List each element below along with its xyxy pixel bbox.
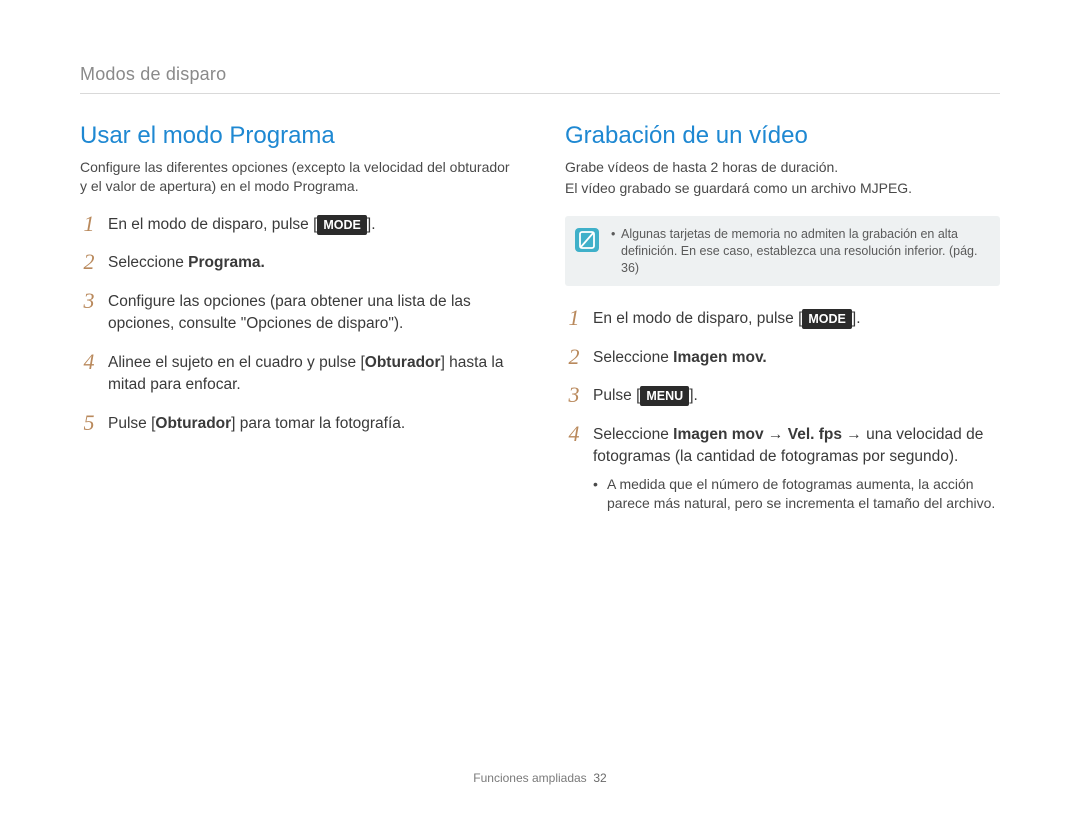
text-run: Seleccione (593, 426, 673, 443)
mode-button-label: MODE (317, 215, 367, 235)
step-number: 3 (565, 384, 583, 406)
list-item: 3 Pulse [MENU]. (565, 385, 1000, 407)
text-run: Seleccione (593, 349, 673, 366)
right-intro-text-2: El vídeo grabado se guardará como un arc… (565, 179, 1000, 198)
note-callout: Algunas tarjetas de memoria no admiten l… (565, 216, 1000, 287)
list-item: 3 Configure las opciones (para obtener u… (80, 291, 515, 336)
right-section-title: Grabación de un vídeo (565, 122, 1000, 150)
text-run: ] para tomar la fotografía. (231, 415, 405, 432)
menu-button-label: MENU (640, 386, 689, 406)
right-intro-text-1: Grabe vídeos de hasta 2 horas de duració… (565, 158, 1000, 177)
right-steps-list: 1 En el modo de disparo, pulse [MODE]. 2… (565, 308, 1000, 514)
bold-text: Obturador (155, 415, 231, 432)
step-number: 1 (80, 213, 98, 235)
step-text: En el modo de disparo, pulse [MODE]. (108, 214, 376, 236)
step-number: 2 (80, 251, 98, 273)
breadcrumb: Modos de disparo (80, 64, 1000, 94)
step-text: En el modo de disparo, pulse [MODE]. (593, 308, 861, 330)
bold-text: Programa. (188, 254, 265, 271)
step-number: 4 (80, 351, 98, 373)
bold-text: Imagen mov (673, 426, 763, 443)
note-text: Algunas tarjetas de memoria no admiten l… (611, 226, 986, 277)
step-text: Seleccione Imagen mov. (593, 347, 767, 369)
text-run: Alinee el sujeto en el cuadro y pulse [ (108, 354, 365, 371)
text-run: ]. (852, 310, 861, 327)
footer-section: Funciones ampliadas (473, 771, 586, 785)
left-steps-list: 1 En el modo de disparo, pulse [MODE]. 2… (80, 214, 515, 435)
list-item: 5 Pulse [Obturador] para tomar la fotogr… (80, 413, 515, 435)
left-intro-text: Configure las diferentes opciones (excep… (80, 158, 515, 196)
text-run: Pulse [ (108, 415, 155, 432)
bold-text: Obturador (365, 354, 441, 371)
right-column: Grabación de un vídeo Grabe vídeos de ha… (565, 122, 1000, 530)
step-number: 4 (565, 423, 583, 445)
step-number: 5 (80, 412, 98, 434)
text-run: En el modo de disparo, pulse [ (108, 216, 317, 233)
step-text: Pulse [Obturador] para tomar la fotograf… (108, 413, 405, 435)
list-item: 2 Seleccione Programa. (80, 252, 515, 274)
text-run: ]. (689, 387, 698, 404)
list-item: 4 Seleccione Imagen mov → Vel. fps → una… (565, 424, 1000, 514)
step-text: Configure las opciones (para obtener una… (108, 291, 515, 336)
step-number: 1 (565, 307, 583, 329)
note-icon (575, 228, 599, 252)
step-text: Seleccione Programa. (108, 252, 265, 274)
step-text: Seleccione Imagen mov → Vel. fps → una v… (593, 424, 1000, 514)
document-page: Modos de disparo Usar el modo Programa C… (0, 0, 1080, 815)
text-run: ]. (367, 216, 376, 233)
page-number: 32 (593, 771, 606, 785)
left-column: Usar el modo Programa Configure las dife… (80, 122, 515, 530)
text-run: Pulse [ (593, 387, 640, 404)
step-number: 3 (80, 290, 98, 312)
list-item: 4 Alinee el sujeto en el cuadro y pulse … (80, 352, 515, 397)
bold-text: Vel. fps (788, 426, 842, 443)
sub-bullet: A medida que el número de fotogramas aum… (593, 475, 1000, 514)
page-footer: Funciones ampliadas 32 (0, 771, 1080, 785)
list-item: 1 En el modo de disparo, pulse [MODE]. (565, 308, 1000, 330)
left-section-title: Usar el modo Programa (80, 122, 515, 150)
text-run: → (764, 426, 788, 443)
list-item: 1 En el modo de disparo, pulse [MODE]. (80, 214, 515, 236)
step-text: Alinee el sujeto en el cuadro y pulse [O… (108, 352, 515, 397)
note-bullet: Algunas tarjetas de memoria no admiten l… (611, 226, 986, 277)
mode-button-label: MODE (802, 309, 852, 329)
text-run: En el modo de disparo, pulse [ (593, 310, 802, 327)
bold-text: Imagen mov. (673, 349, 767, 366)
list-item: 2 Seleccione Imagen mov. (565, 347, 1000, 369)
step-text: Pulse [MENU]. (593, 385, 698, 407)
step-number: 2 (565, 346, 583, 368)
text-run: Seleccione (108, 254, 188, 271)
two-column-layout: Usar el modo Programa Configure las dife… (80, 122, 1000, 530)
sub-bullet-list: A medida que el número de fotogramas aum… (593, 475, 1000, 514)
